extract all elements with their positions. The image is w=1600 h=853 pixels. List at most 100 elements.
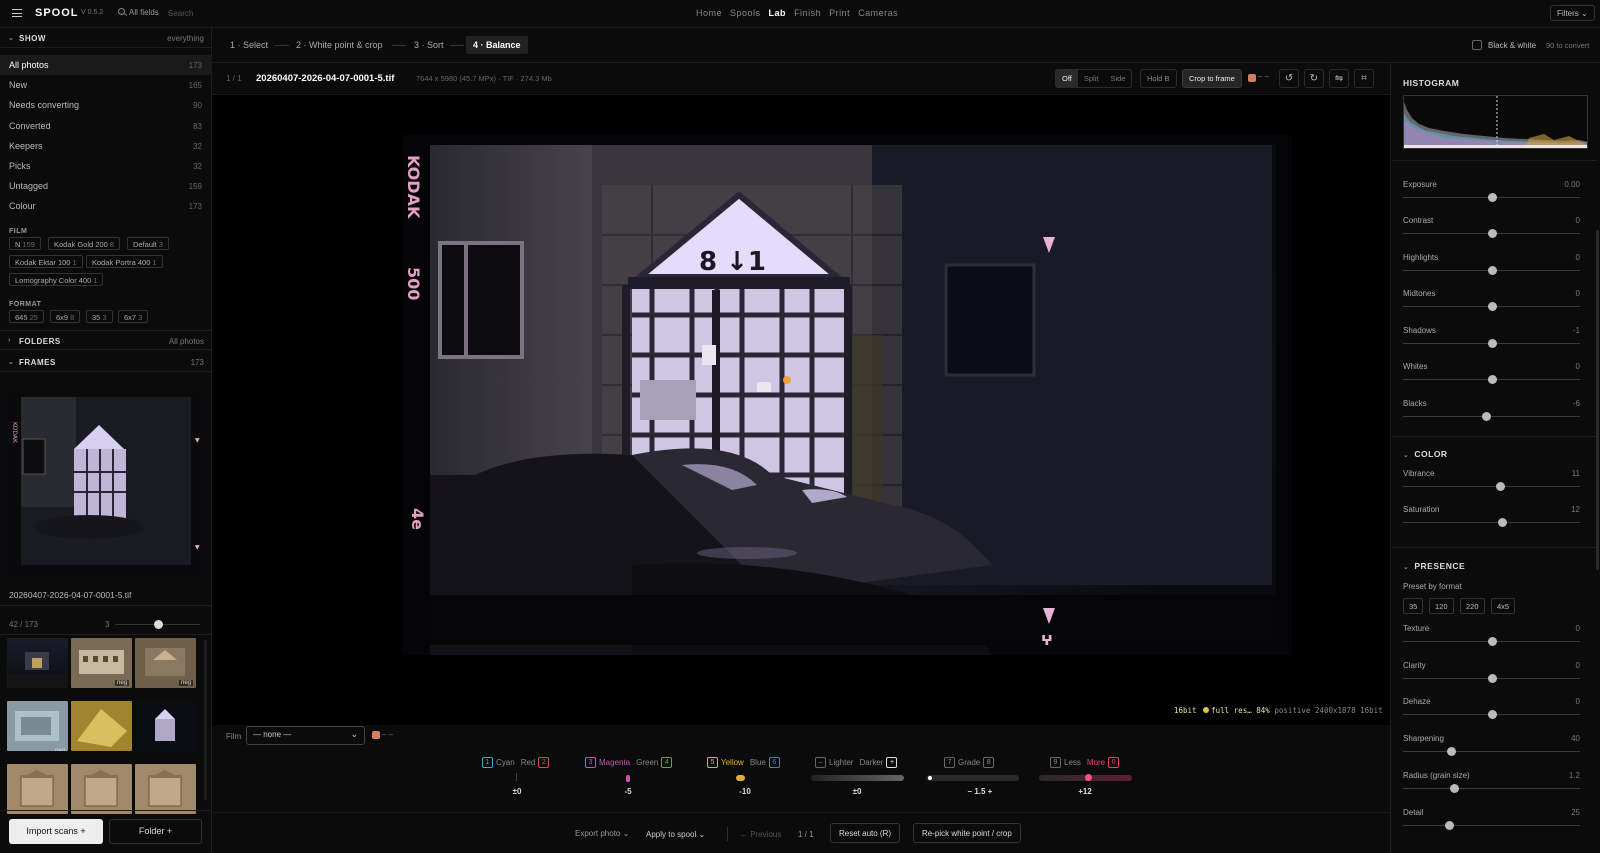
step-white-point-crop[interactable]: 2 · White point & crop <box>296 40 383 50</box>
filter-new[interactable]: New 165 <box>0 75 212 95</box>
contrast-slider[interactable]: Contrast 0 <box>1403 216 1580 246</box>
crop-icon[interactable]: ⌗ <box>1354 69 1374 88</box>
slider-track[interactable] <box>1403 751 1580 752</box>
reset-auto-button[interactable]: Reset auto (R) <box>830 823 901 843</box>
thumbnail[interactable]: neg <box>71 638 132 688</box>
previous-button[interactable]: ← Previous <box>740 830 781 839</box>
nav-home[interactable]: Home <box>696 8 722 18</box>
nav-spools[interactable]: Spools <box>730 8 761 18</box>
key-darker[interactable]: + <box>886 757 898 768</box>
slider-handle[interactable] <box>1446 747 1456 756</box>
slider-handle[interactable] <box>1487 266 1497 275</box>
slider-track[interactable] <box>1403 416 1580 417</box>
filter-untagged[interactable]: Untagged 159 <box>0 176 212 196</box>
film-chip[interactable]: N 159 <box>9 237 41 250</box>
preset-35-button[interactable]: 35 <box>1403 598 1424 614</box>
step-sort[interactable]: 3 · Sort <box>414 40 444 50</box>
slider-handle[interactable] <box>1498 518 1508 527</box>
format-chip[interactable]: 645 25 <box>9 310 44 323</box>
key-green[interactable]: 4 <box>661 757 673 768</box>
thumbnail[interactable]: neg <box>7 701 68 751</box>
thumbnail[interactable]: neg <box>135 638 196 688</box>
black-white-checkbox[interactable] <box>1472 40 1482 50</box>
whites-slider[interactable]: Whites 0 <box>1403 362 1580 392</box>
search-input[interactable] <box>168 6 288 20</box>
slider-handle[interactable] <box>1487 229 1497 238</box>
key-red[interactable]: 2 <box>538 757 550 768</box>
step-balance[interactable]: 4 · Balance <box>466 36 528 54</box>
thumbnail[interactable] <box>7 638 68 688</box>
radius-grain-size-slider[interactable]: Radius (grain size) 1.2 <box>1403 771 1580 801</box>
film-swatch[interactable] <box>372 731 380 739</box>
thumbnail[interactable] <box>135 764 196 814</box>
thumbnail[interactable] <box>7 764 68 814</box>
search-scope[interactable]: All fields <box>129 8 159 17</box>
nav-print[interactable]: Print <box>829 8 850 18</box>
vibrance-slider[interactable]: Vibrance 11 <box>1403 469 1580 499</box>
menu-icon[interactable] <box>12 9 22 17</box>
density-slider[interactable] <box>811 775 904 781</box>
preset-4x5-button[interactable]: 4x5 <box>1491 598 1516 614</box>
film-chip[interactable]: Kodak Ektar 100 1 <box>9 255 83 268</box>
slider-handle[interactable] <box>1487 302 1497 311</box>
filter-picks[interactable]: Picks 32 <box>0 156 212 176</box>
flip-icon[interactable]: ⇋ <box>1329 69 1349 88</box>
slider-track[interactable] <box>1403 486 1580 487</box>
key-magenta[interactable]: 3 <box>585 757 596 768</box>
color-section-header[interactable]: ⌄ COLOR <box>1403 449 1448 459</box>
add-folder-button[interactable]: Folder + <box>109 819 202 844</box>
photo-canvas[interactable]: 8 ↓1 KODAK 500 4e ⵖ <box>212 95 1390 725</box>
frames-section-header[interactable]: ⌄ FRAMES 173 <box>0 352 212 372</box>
film-chip[interactable]: Default 3 <box>127 237 169 250</box>
slider-handle[interactable] <box>1487 674 1497 683</box>
preset-220-button[interactable]: 220 <box>1460 598 1485 614</box>
detail-slider[interactable]: Detail 25 <box>1403 808 1580 838</box>
filter-all-photos[interactable]: All photos 173 <box>0 55 212 75</box>
format-chip[interactable]: 6x9 8 <box>50 310 81 323</box>
highlights-slider[interactable]: Highlights 0 <box>1403 253 1580 283</box>
thumbnail-scrollbar[interactable] <box>204 640 207 800</box>
filter-needs-converting[interactable]: Needs converting 90 <box>0 95 212 115</box>
black-white-label[interactable]: Black & white <box>1488 41 1536 50</box>
thumbnail[interactable] <box>135 701 196 751</box>
slider-handle[interactable] <box>1487 710 1497 719</box>
key-lighter[interactable]: – <box>815 757 826 768</box>
apply-to-spool-button[interactable]: Apply to spool ⌄ <box>646 830 705 839</box>
frame-preview[interactable]: KODAK ▼ ▼ <box>9 387 201 579</box>
step-select[interactable]: 1 · Select <box>230 40 268 50</box>
clarity-slider[interactable]: Clarity 0 <box>1403 661 1580 691</box>
film-chip[interactable]: Kodak Portra 400 1 <box>86 255 163 268</box>
key-less[interactable]: 9 <box>1050 757 1061 768</box>
compare-side[interactable]: Side <box>1104 70 1131 87</box>
import-scans-button[interactable]: Import scans + <box>9 819 103 844</box>
rotate-left-icon[interactable]: ↺ <box>1279 69 1299 88</box>
filter-converted[interactable]: Converted 83 <box>0 116 212 136</box>
grade-slider-handle[interactable] <box>928 776 932 780</box>
slider-track[interactable] <box>1403 825 1580 826</box>
nav-cameras[interactable]: Cameras <box>858 8 898 18</box>
slider-handle[interactable] <box>1450 784 1460 793</box>
right-panel-scrollbar[interactable] <box>1596 230 1599 570</box>
film-chip[interactable]: Lomography Color 400 1 <box>9 273 104 286</box>
key-yellow[interactable]: 5 <box>707 757 718 768</box>
slider-handle[interactable] <box>1487 637 1497 646</box>
shadows-slider[interactable]: Shadows -1 <box>1403 326 1580 356</box>
cyan-red-indicator[interactable] <box>516 773 517 781</box>
magenta-green-indicator[interactable] <box>626 775 630 782</box>
thumbnail[interactable] <box>71 764 132 814</box>
filter-colour[interactable]: Colour 173 <box>0 196 212 216</box>
exposure-slider[interactable]: Exposure 0.00 <box>1403 180 1580 210</box>
preset-120-button[interactable]: 120 <box>1429 598 1454 614</box>
repick-white-point-button[interactable]: Re-pick white point / crop <box>913 823 1021 843</box>
key-more[interactable]: 0 <box>1108 757 1120 768</box>
export-photo-button[interactable]: Export photo ⌄ <box>575 829 629 838</box>
film-chip[interactable]: Kodak Gold 200 8 <box>48 237 120 250</box>
blacks-slider[interactable]: Blacks -6 <box>1403 399 1580 429</box>
folders-section-header[interactable]: › FOLDERS All photos <box>0 330 212 350</box>
crop-to-frame-button[interactable]: Crop to frame <box>1182 69 1242 88</box>
slider-track[interactable] <box>1403 522 1580 523</box>
slider-handle[interactable] <box>1487 375 1497 384</box>
dehaze-slider[interactable]: Dehaze 0 <box>1403 697 1580 727</box>
slider-handle[interactable] <box>1487 339 1497 348</box>
slider-track[interactable] <box>1403 788 1580 789</box>
